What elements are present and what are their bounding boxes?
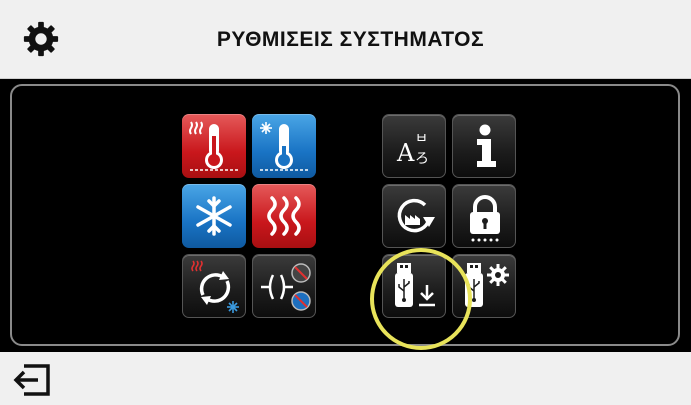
snowflake-icon bbox=[196, 196, 232, 236]
usb-download-icon bbox=[395, 263, 435, 307]
cooling-thermometer-icon bbox=[260, 122, 308, 171]
mode-disable-icon bbox=[261, 263, 311, 311]
svg-text:A: A bbox=[396, 139, 415, 167]
language-icon: A ㅂ ろ bbox=[396, 131, 429, 167]
lock-icon bbox=[470, 195, 500, 242]
heating-thermometer-icon bbox=[189, 121, 238, 171]
usb-settings-button[interactable] bbox=[452, 254, 516, 318]
exit-icon[interactable] bbox=[12, 360, 54, 400]
page-title: ΡΥΘΜΙΣΕΙΣ ΣΥΣΤΗΜΑΤΟΣ bbox=[216, 28, 485, 51]
svg-text:ろ: ろ bbox=[415, 151, 429, 167]
footer-bar bbox=[0, 352, 691, 405]
factory-reset-button[interactable] bbox=[382, 184, 446, 248]
heating-mode-button[interactable] bbox=[252, 184, 316, 248]
usb-settings-icon bbox=[465, 263, 509, 307]
info-button[interactable] bbox=[452, 114, 516, 178]
changeover-button[interactable] bbox=[182, 254, 246, 318]
header-bar: ΡΥΘΜΙΣΕΙΣ ΣΥΣΤΗΜΑΤΟΣ bbox=[0, 0, 691, 79]
settings-panel: A ㅂ ろ bbox=[10, 84, 680, 350]
mode-disable-button[interactable] bbox=[252, 254, 316, 318]
info-icon bbox=[477, 124, 496, 167]
usb-download-button[interactable] bbox=[382, 254, 446, 318]
svg-text:ㅂ: ㅂ bbox=[415, 131, 428, 147]
heat-cool-changeover-icon bbox=[191, 260, 239, 313]
language-button[interactable]: A ㅂ ろ bbox=[382, 114, 446, 178]
heat-waves-icon bbox=[267, 196, 301, 236]
lock-button[interactable] bbox=[452, 184, 516, 248]
cooling-setpoint-button[interactable] bbox=[252, 114, 316, 178]
heating-setpoint-button[interactable] bbox=[182, 114, 246, 178]
factory-reset-icon bbox=[397, 198, 435, 233]
cooling-mode-button[interactable] bbox=[182, 184, 246, 248]
